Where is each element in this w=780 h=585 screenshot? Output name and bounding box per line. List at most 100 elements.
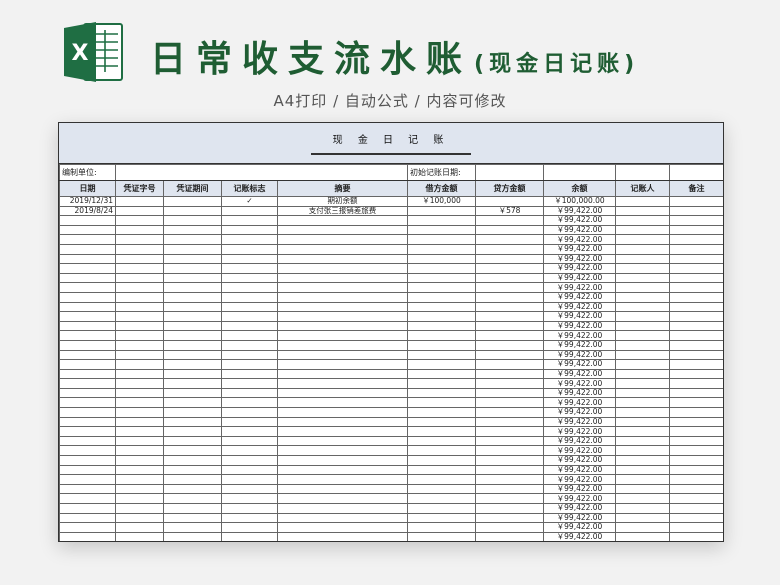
cell-balance[interactable]: ￥99,422.00	[543, 215, 616, 226]
cell-voucher-no[interactable]	[115, 464, 164, 476]
cell-summary[interactable]	[277, 474, 408, 485]
cell-voucher-period[interactable]	[163, 301, 222, 313]
cell-voucher-no[interactable]	[115, 531, 164, 541]
cell-bookkeeper[interactable]	[615, 196, 670, 207]
cell-debit[interactable]	[407, 215, 476, 226]
cell-date[interactable]	[59, 464, 116, 476]
cell-date[interactable]	[59, 320, 116, 332]
cell-mark[interactable]	[221, 311, 278, 322]
cell-debit[interactable]	[407, 330, 476, 341]
cell-debit[interactable]	[407, 397, 476, 409]
cell-voucher-period[interactable]	[163, 435, 222, 447]
cell-mark[interactable]	[221, 378, 278, 389]
cell-debit[interactable]	[407, 378, 476, 389]
cell-bookkeeper[interactable]	[615, 263, 670, 274]
cell-balance[interactable]: ￥99,422.00	[543, 387, 616, 399]
cell-note[interactable]	[669, 196, 723, 207]
cell-summary[interactable]	[277, 522, 408, 533]
cell-date[interactable]	[59, 253, 116, 265]
cell-date[interactable]	[59, 291, 116, 303]
cell-note[interactable]	[669, 272, 723, 284]
cell-note[interactable]	[669, 493, 723, 504]
cell-date[interactable]	[59, 531, 116, 541]
cell-voucher-no[interactable]	[115, 387, 164, 399]
cell-voucher-no[interactable]	[115, 455, 164, 466]
cell-voucher-no[interactable]	[115, 234, 164, 245]
cell-credit[interactable]	[475, 522, 544, 533]
cell-voucher-no[interactable]	[115, 483, 164, 495]
cell-debit[interactable]	[407, 339, 476, 351]
cell-date[interactable]: 2019/12/31	[59, 196, 116, 207]
cell-debit[interactable]	[407, 291, 476, 303]
cell-credit[interactable]	[475, 253, 544, 265]
cell-note[interactable]	[669, 435, 723, 447]
cell-debit[interactable]	[407, 426, 476, 437]
cell-date[interactable]	[59, 234, 116, 245]
cell-mark[interactable]	[221, 301, 278, 313]
cell-note[interactable]	[669, 512, 723, 524]
cell-voucher-no[interactable]	[115, 435, 164, 447]
cell-balance[interactable]: ￥99,422.00	[543, 522, 616, 533]
info-cell[interactable]	[543, 164, 616, 181]
cell-bookkeeper[interactable]	[615, 291, 670, 303]
cell-bookkeeper[interactable]	[615, 320, 670, 332]
cell-date[interactable]	[59, 243, 116, 255]
cell-voucher-period[interactable]	[163, 253, 222, 265]
cell-credit[interactable]	[475, 378, 544, 389]
cell-bookkeeper[interactable]	[615, 522, 670, 533]
cell-date[interactable]	[59, 483, 116, 495]
cell-credit[interactable]	[475, 224, 544, 236]
cell-debit[interactable]	[407, 531, 476, 541]
cell-credit[interactable]	[475, 455, 544, 466]
cell-debit[interactable]	[407, 445, 476, 457]
cell-summary[interactable]	[277, 407, 408, 418]
cell-summary[interactable]	[277, 243, 408, 255]
cell-balance[interactable]: ￥99,422.00	[543, 301, 616, 313]
cell-credit[interactable]	[475, 416, 544, 428]
cell-debit[interactable]	[407, 349, 476, 361]
cell-voucher-period[interactable]	[163, 522, 222, 533]
cell-voucher-no[interactable]	[115, 359, 164, 370]
cell-credit[interactable]	[475, 474, 544, 485]
cell-note[interactable]	[669, 282, 723, 293]
cell-voucher-period[interactable]	[163, 282, 222, 293]
cell-credit[interactable]	[475, 282, 544, 293]
cell-note[interactable]	[669, 215, 723, 226]
cell-mark[interactable]	[221, 483, 278, 495]
cell-note[interactable]	[669, 205, 723, 217]
cell-mark[interactable]: ✓	[221, 196, 278, 207]
cell-summary[interactable]	[277, 368, 408, 380]
cell-mark[interactable]	[221, 339, 278, 351]
cell-balance[interactable]: ￥99,422.00	[543, 512, 616, 524]
cell-bookkeeper[interactable]	[615, 397, 670, 409]
cell-voucher-no[interactable]	[115, 474, 164, 485]
cell-note[interactable]	[669, 320, 723, 332]
cell-note[interactable]	[669, 291, 723, 303]
cell-credit[interactable]	[475, 330, 544, 341]
cell-balance[interactable]: ￥99,422.00	[543, 493, 616, 504]
cell-debit[interactable]	[407, 301, 476, 313]
cell-voucher-period[interactable]	[163, 407, 222, 418]
cell-note[interactable]	[669, 455, 723, 466]
cell-voucher-period[interactable]	[163, 531, 222, 541]
cell-mark[interactable]	[221, 474, 278, 485]
cell-summary[interactable]	[277, 435, 408, 447]
cell-note[interactable]	[669, 234, 723, 245]
cell-note[interactable]	[669, 243, 723, 255]
cell-mark[interactable]	[221, 407, 278, 418]
cell-voucher-period[interactable]	[163, 416, 222, 428]
cell-bookkeeper[interactable]	[615, 474, 670, 485]
cell-note[interactable]	[669, 503, 723, 514]
cell-credit[interactable]	[475, 311, 544, 322]
cell-voucher-no[interactable]	[115, 282, 164, 293]
cell-bookkeeper[interactable]	[615, 416, 670, 428]
cell-voucher-period[interactable]	[163, 320, 222, 332]
cell-voucher-no[interactable]	[115, 368, 164, 380]
cell-summary[interactable]	[277, 253, 408, 265]
cell-mark[interactable]	[221, 349, 278, 361]
cell-voucher-no[interactable]	[115, 445, 164, 457]
cell-mark[interactable]	[221, 253, 278, 265]
cell-date[interactable]	[59, 330, 116, 341]
cell-balance[interactable]: ￥99,422.00	[543, 435, 616, 447]
info-cell[interactable]	[615, 164, 670, 181]
